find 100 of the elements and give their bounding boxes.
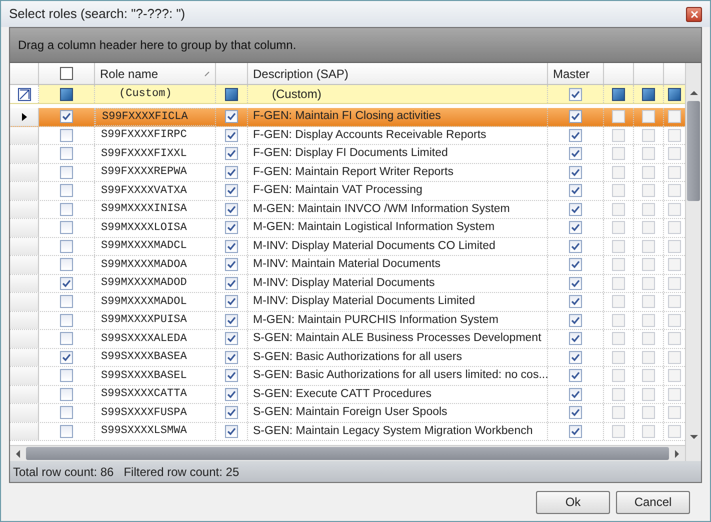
checkbox[interactable] (612, 332, 625, 346)
checkbox[interactable] (569, 202, 582, 216)
close-button[interactable] (686, 6, 702, 22)
checkbox[interactable] (642, 350, 655, 364)
checkbox[interactable] (642, 332, 655, 346)
checkbox[interactable] (612, 276, 625, 290)
checkbox[interactable] (60, 184, 73, 198)
filter-checkbox[interactable] (225, 88, 238, 100)
checkbox[interactable] (569, 258, 582, 272)
checkbox[interactable] (225, 314, 238, 327)
checkbox[interactable] (668, 147, 681, 160)
checkbox[interactable] (60, 406, 73, 420)
checkbox[interactable] (612, 202, 625, 216)
filter-checkbox[interactable] (60, 88, 73, 100)
checkbox[interactable] (60, 332, 73, 346)
table-row[interactable]: S99FXXXXVATXA F-GEN: Maintain VAT Processing (10, 182, 685, 200)
checkbox[interactable] (642, 424, 655, 438)
checkbox[interactable] (60, 258, 73, 272)
checkbox[interactable] (60, 424, 73, 438)
table-row[interactable]: S99MXXXXMADOD M-INV: Display Material Documents (10, 274, 685, 293)
checkbox[interactable] (225, 184, 238, 198)
table-row[interactable]: S99MXXXXMADCL M-INV: Display Material Documents CO Limited (10, 238, 685, 256)
dialog-button[interactable]: Cancel (616, 490, 690, 514)
checkbox[interactable] (668, 184, 681, 198)
scroll-thumb[interactable] (26, 447, 669, 460)
table-row[interactable]: S99FXXXXFIRPC F-GEN: Display Accounts Receivable Reports (10, 126, 685, 145)
table-row[interactable]: S99SXXXXCATTA S-GEN: Execute CATT Procedures (10, 386, 685, 404)
checkbox[interactable] (642, 128, 655, 142)
checkbox[interactable] (668, 332, 681, 346)
checkbox[interactable] (668, 424, 681, 438)
checkbox[interactable] (569, 110, 582, 124)
checkbox[interactable] (668, 350, 681, 364)
checkbox[interactable] (225, 295, 238, 308)
table-row[interactable]: S99MXXXXMADOL M-INV: Display Material Documents Limited (10, 293, 685, 312)
checkbox[interactable] (612, 406, 625, 420)
checkbox[interactable] (225, 406, 238, 420)
checkbox[interactable] (225, 388, 238, 401)
column-header[interactable]: Master (548, 63, 604, 84)
checkbox[interactable] (60, 166, 73, 179)
checkbox[interactable] (612, 128, 625, 142)
checkbox[interactable] (569, 295, 582, 308)
checkbox[interactable] (60, 388, 73, 401)
checkbox[interactable] (668, 388, 681, 401)
checkbox[interactable] (60, 350, 73, 364)
checkbox[interactable] (225, 110, 238, 124)
checkbox[interactable] (60, 202, 73, 216)
table-row[interactable]: S99MXXXXLOISA M-GEN: Maintain Logistical Information System (10, 219, 685, 238)
scroll-thumb[interactable] (687, 101, 700, 201)
checkbox[interactable] (642, 276, 655, 290)
filter-checkbox[interactable] (668, 88, 681, 100)
checkbox[interactable] (569, 406, 582, 420)
checkbox[interactable] (60, 295, 73, 308)
checkbox[interactable] (60, 147, 73, 160)
vertical-scrollbar[interactable] (685, 63, 701, 461)
checkbox[interactable] (225, 221, 238, 234)
checkbox[interactable] (569, 350, 582, 364)
checkbox[interactable] (612, 110, 625, 124)
checkbox[interactable] (668, 202, 681, 216)
checkbox[interactable] (612, 221, 625, 234)
filter-value[interactable]: (Custom) (272, 85, 322, 103)
table-row[interactable]: S99SXXXXFUSPA S-GEN: Maintain Foreign User Spools (10, 404, 685, 422)
filter-checkbox[interactable] (642, 88, 655, 100)
checkbox[interactable] (225, 258, 238, 272)
column-header[interactable]: Description (SAP) (248, 63, 548, 84)
dialog-button[interactable]: Ok (536, 490, 610, 514)
checkbox[interactable] (612, 350, 625, 364)
checkbox[interactable] (668, 369, 681, 382)
select-all-checkbox[interactable] (60, 67, 73, 80)
checkbox[interactable] (612, 424, 625, 438)
table-row[interactable]: S99MXXXXPUISA M-GEN: Maintain PURCHIS Information System (10, 312, 685, 330)
checkbox[interactable] (569, 314, 582, 327)
filter-value[interactable]: (Custom) (119, 86, 172, 102)
checkbox[interactable] (225, 332, 238, 346)
checkbox[interactable] (225, 424, 238, 438)
checkbox[interactable] (569, 128, 582, 142)
checkbox[interactable] (569, 240, 582, 253)
checkbox[interactable] (668, 110, 681, 124)
table-row[interactable]: S99MXXXXINISA M-GEN: Maintain INVCO /WM Information System (10, 200, 685, 219)
checkbox[interactable] (642, 388, 655, 401)
table-row[interactable]: S99SXXXXBASEA S-GEN: Basic Authorizations for all users (10, 348, 685, 367)
checkbox[interactable] (225, 240, 238, 253)
checkbox[interactable] (612, 369, 625, 382)
table-row[interactable]: S99SXXXXBASEL S-GEN: Basic Authorizations for all users limited: no cos... (10, 367, 685, 386)
checkbox[interactable] (642, 295, 655, 308)
horizontal-scrollbar[interactable] (10, 445, 685, 461)
checkbox[interactable] (60, 240, 73, 253)
checkbox[interactable] (642, 369, 655, 382)
column-header[interactable]: Role name (95, 63, 216, 84)
checkbox[interactable] (569, 166, 582, 179)
checkbox[interactable] (668, 406, 681, 420)
checkbox[interactable] (60, 221, 73, 234)
checkbox[interactable] (642, 258, 655, 272)
checkbox[interactable] (668, 314, 681, 327)
checkbox[interactable] (612, 184, 625, 198)
checkbox[interactable] (642, 147, 655, 160)
filter-checkbox[interactable] (612, 88, 625, 100)
checkbox[interactable] (60, 128, 73, 142)
checkbox[interactable] (668, 258, 681, 272)
checkbox[interactable] (612, 240, 625, 253)
checkbox[interactable] (225, 276, 238, 290)
